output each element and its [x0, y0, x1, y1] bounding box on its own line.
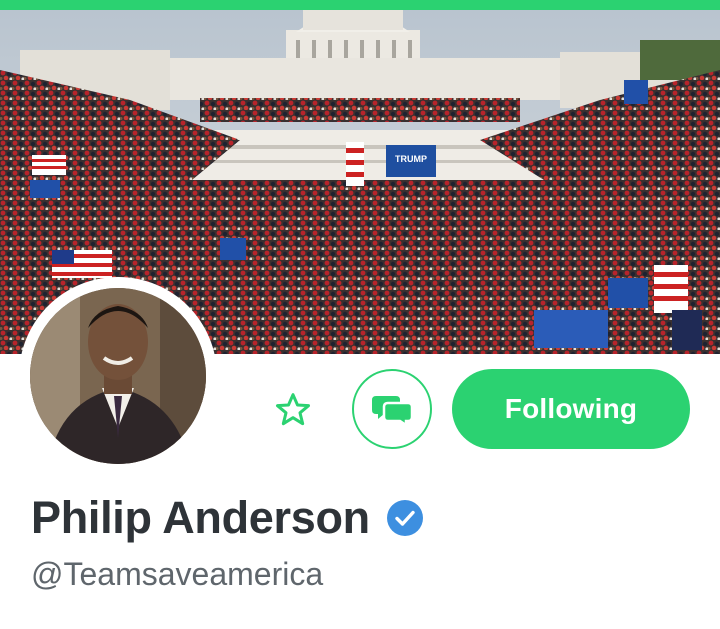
- following-button[interactable]: Following: [452, 369, 690, 449]
- avatar-photo: [30, 288, 206, 464]
- avatar[interactable]: [30, 288, 206, 464]
- top-accent-bar: [0, 0, 720, 10]
- chat-bubbles-icon: [372, 396, 412, 426]
- user-handle: @Teamsaveamerica: [31, 556, 324, 592]
- name-row: Philip Anderson: [31, 488, 424, 548]
- favorite-button[interactable]: [270, 387, 316, 433]
- star-icon: [276, 393, 310, 426]
- display-name: Philip Anderson: [31, 492, 370, 543]
- message-button[interactable]: [352, 369, 432, 449]
- banner-sign-text: TRUMP: [395, 154, 427, 164]
- verified-badge-icon: [386, 499, 424, 537]
